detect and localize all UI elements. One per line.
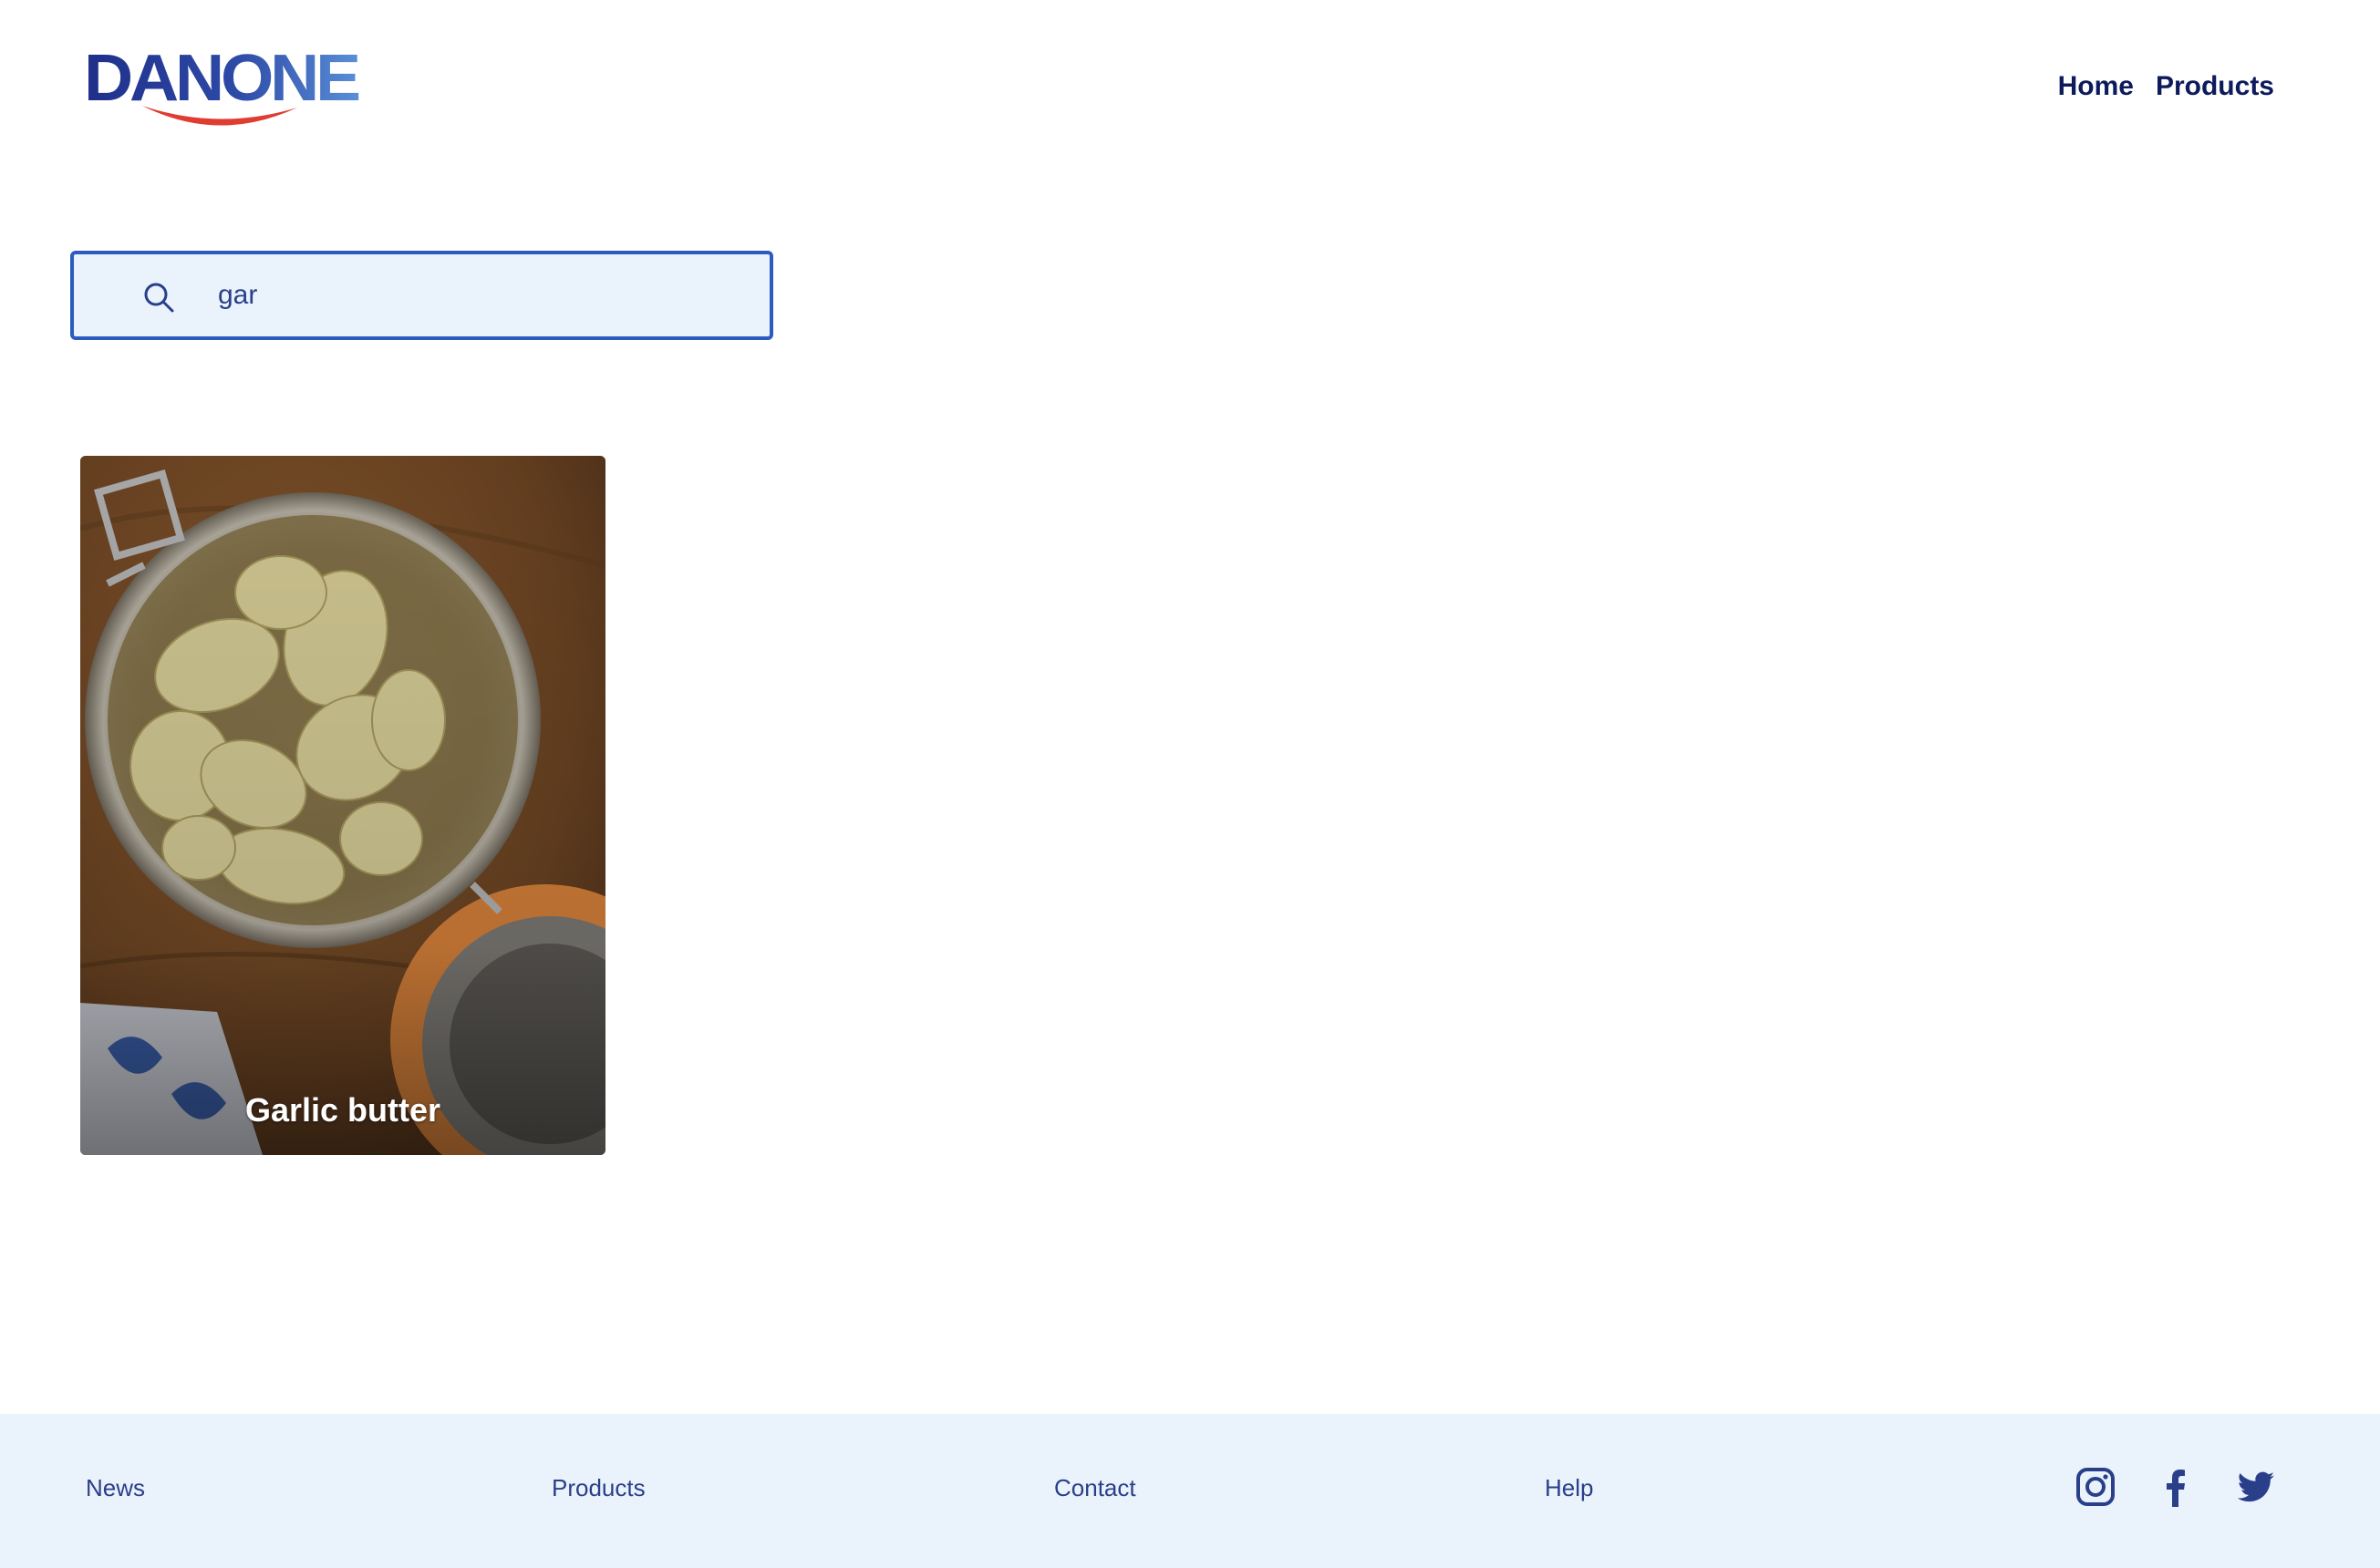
product-title: Garlic butter xyxy=(244,1091,441,1129)
main-nav: Home Products xyxy=(2058,71,2274,102)
footer: News Products Contact Help xyxy=(0,1414,2380,1568)
instagram-icon[interactable] xyxy=(2075,1467,2116,1507)
logo-wordmark: DANONE xyxy=(84,42,359,115)
product-image xyxy=(80,456,605,1155)
product-card[interactable]: Garlic butter xyxy=(80,456,605,1155)
footer-products-link[interactable]: Products xyxy=(552,1474,646,1502)
nav-home-link[interactable]: Home xyxy=(2058,71,2134,102)
twitter-icon[interactable] xyxy=(2236,1467,2276,1507)
logo-graphic: DANONE xyxy=(84,42,363,126)
danone-logo[interactable]: DANONE xyxy=(82,42,365,142)
footer-contact-link[interactable]: Contact xyxy=(1054,1474,1136,1502)
page: DANONE Home Products gar Garlic butter N… xyxy=(0,0,2380,1568)
search-input[interactable] xyxy=(218,267,747,324)
footer-news-link[interactable]: News xyxy=(86,1474,145,1502)
facebook-icon[interactable] xyxy=(2156,1467,2196,1507)
search-icon xyxy=(144,283,174,313)
nav-products-link[interactable]: Products xyxy=(2156,71,2274,102)
footer-help-link[interactable]: Help xyxy=(1545,1474,1593,1502)
search-box[interactable] xyxy=(70,251,773,340)
